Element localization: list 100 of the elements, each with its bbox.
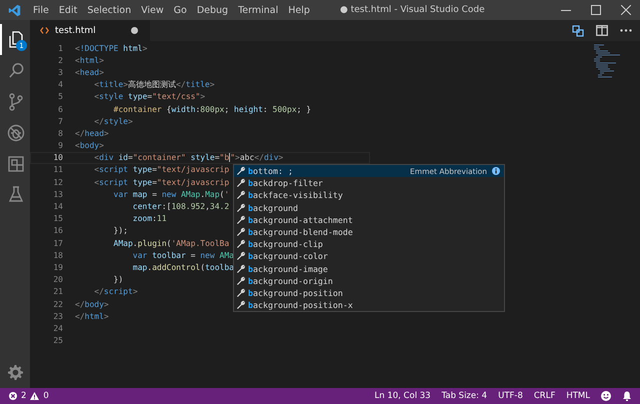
code-line: </body>: [75, 300, 109, 309]
menu-item[interactable]: Help: [283, 4, 315, 16]
branch-icon[interactable]: [8, 92, 24, 110]
line-number: 21: [52, 287, 64, 296]
line-number: 3: [57, 68, 64, 77]
status-item[interactable]: HTML: [566, 391, 590, 401]
suggestion-item[interactable]: background-clip: [234, 238, 504, 250]
line-number: 11: [52, 165, 64, 174]
status-item[interactable]: UTF-8: [498, 391, 523, 401]
line-number: 15: [52, 214, 64, 224]
suggestion-item[interactable]: background-origin: [234, 274, 504, 287]
status-item[interactable]: Tab Size: 4: [442, 391, 488, 401]
suggestion-item[interactable]: background-attachment: [234, 214, 504, 226]
code-line: map.addControl(toolba: [132, 262, 234, 272]
code-line: <div id="container" style="b">abc</div>: [93, 153, 284, 162]
code-line: <script type="text/javascrip: [93, 178, 230, 187]
code-line: center:[108.952,34.2: [132, 202, 230, 212]
search-icon[interactable]: [8, 62, 24, 79]
smiley-icon[interactable]: [601, 391, 611, 401]
menu-item[interactable]: Selection: [82, 4, 136, 16]
extensions-icon[interactable]: [8, 156, 24, 172]
line-number: 10: [52, 153, 64, 162]
menu-item[interactable]: Debug: [192, 4, 234, 16]
code-line: AMap.plugin('AMap.ToolBa: [112, 238, 230, 248]
bell-icon[interactable]: [622, 391, 632, 401]
suggestion-item[interactable]: background-blend-mode: [234, 226, 504, 238]
error-icon[interactable]: [9, 392, 17, 400]
close-icon[interactable]: [621, 5, 631, 15]
wrench-icon: [236, 227, 246, 238]
line-number: 1: [57, 44, 64, 53]
suggestion-item[interactable]: background-image: [234, 262, 504, 275]
wrench-icon: [236, 202, 246, 213]
code-line: }): [112, 275, 124, 284]
suggestion-item[interactable]: background-color: [234, 250, 504, 262]
code-brackets-icon: [40, 27, 49, 34]
wrench-icon: [236, 214, 246, 225]
code-line: zoom:11: [132, 214, 167, 224]
code-line: var toolbar = new AMa: [132, 250, 234, 260]
wrench-icon: [236, 264, 246, 274]
info-icon[interactable]: [492, 167, 500, 176]
code-line: <!DOCTYPE html>: [75, 44, 148, 53]
line-number: 5: [57, 92, 64, 102]
wrench-icon: [236, 239, 246, 250]
code-line: <script type="text/javascrip: [93, 165, 230, 174]
maximize-icon[interactable]: [591, 5, 601, 15]
menu-item[interactable]: View: [136, 4, 169, 16]
code-line: <title>高德地图测试</title>: [93, 79, 215, 90]
line-number: 14: [52, 202, 64, 212]
status-item[interactable]: CRLF: [534, 391, 556, 401]
bug-icon[interactable]: [7, 124, 25, 142]
line-number: 13: [52, 190, 64, 199]
line-number: 4: [57, 80, 64, 90]
line-number: 22: [52, 300, 64, 309]
code-line: <head>: [75, 68, 104, 77]
window-title: ● test.html - Visual Studio Code: [340, 5, 485, 15]
menu-item[interactable]: File: [28, 4, 54, 16]
wrench-icon: [236, 276, 246, 286]
line-number: 19: [52, 262, 64, 272]
code-line: <style type="text/css">: [93, 92, 206, 102]
compare-icon[interactable]: [572, 24, 584, 36]
flask-icon[interactable]: [9, 186, 23, 203]
wrench-icon: [236, 178, 246, 188]
suggestion-item[interactable]: background: [234, 202, 504, 214]
warning-icon[interactable]: [30, 392, 40, 400]
wrench-icon: [236, 251, 246, 262]
files-icon[interactable]: [7, 30, 25, 48]
line-number: 9: [57, 141, 64, 150]
menu-item[interactable]: Go: [168, 4, 192, 16]
code-line: </head>: [75, 128, 109, 138]
status-item[interactable]: Ln 10, Col 33: [374, 391, 431, 401]
suggestion-item[interactable]: background-position-x: [234, 299, 504, 312]
menu-item[interactable]: Edit: [54, 4, 82, 16]
line-number: 23: [52, 312, 64, 321]
suggestion-item[interactable]: background-position: [234, 286, 504, 300]
menu-item[interactable]: Terminal: [233, 4, 284, 16]
code-line: </script>: [93, 287, 138, 296]
line-number: 17: [52, 238, 64, 248]
code-line: </html>: [75, 312, 109, 321]
code-line: });: [112, 226, 128, 236]
line-number: 25: [52, 336, 64, 346]
wrench-icon: [236, 166, 246, 176]
line-number: 6: [57, 104, 64, 114]
line-number: 16: [52, 226, 64, 236]
more-icon[interactable]: [620, 29, 632, 32]
suggestion-item[interactable]: backface-visibility: [234, 189, 504, 202]
suggestion-item[interactable]: backdrop-filter: [234, 177, 504, 190]
code-line: </style>: [93, 116, 133, 126]
line-number: 12: [52, 178, 64, 187]
unsaved-dot-icon: [131, 27, 138, 34]
editor-tab[interactable]: test.html: [30, 20, 150, 41]
error-count[interactable]: 2: [21, 391, 26, 401]
warning-count[interactable]: 0: [43, 391, 49, 401]
split-editor-icon[interactable]: [596, 25, 608, 36]
line-number: 7: [57, 116, 64, 126]
line-number: 18: [52, 250, 64, 260]
line-number: 20: [52, 275, 64, 284]
settings-icon[interactable]: [8, 365, 22, 380]
wrench-icon: [236, 190, 246, 200]
code-line: <html>: [75, 56, 104, 65]
app-logo-icon: [8, 4, 21, 16]
